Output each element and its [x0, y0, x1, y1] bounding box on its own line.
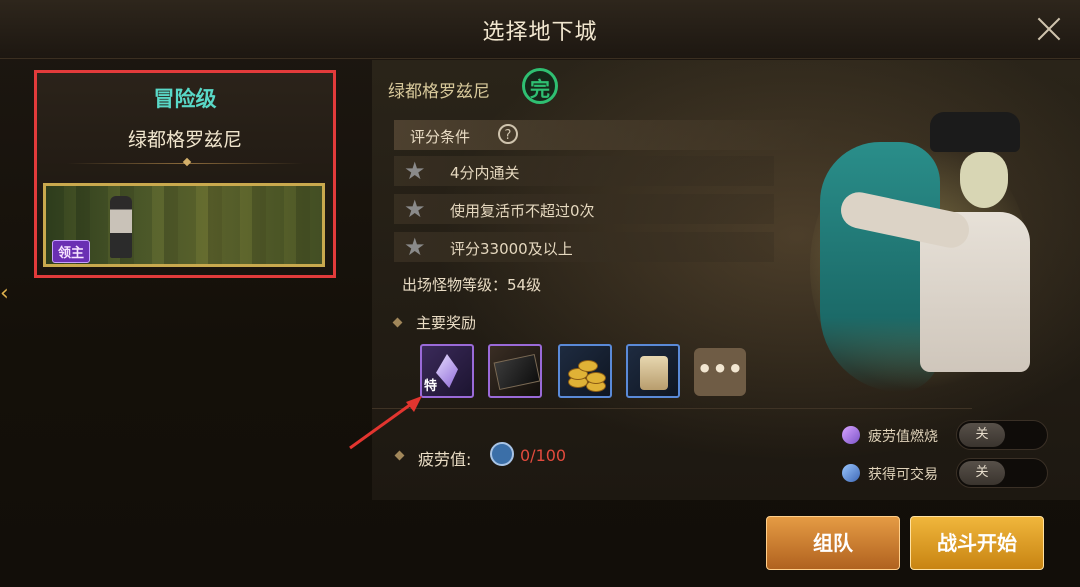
more-rewards-button[interactable]: •••: [694, 348, 746, 396]
character-hat: [930, 112, 1020, 152]
help-icon[interactable]: ?: [498, 124, 518, 144]
complete-stamp-icon: 完: [522, 68, 558, 104]
fatigue-potion-icon: [490, 442, 514, 466]
section-diamond-icon: [394, 450, 405, 461]
condition-text: 4分内通关: [450, 164, 520, 182]
star-icon: ★: [404, 195, 426, 223]
score-condition-item: ★ 使用复活币不超过0次: [394, 194, 774, 224]
tradable-row: 获得可交易 关: [842, 458, 1052, 490]
crystal-icon: [436, 354, 458, 388]
fatigue-burn-icon: [842, 426, 860, 444]
section-divider: [372, 408, 972, 409]
dungeon-card[interactable]: 冒险级 绿都格罗兹尼 领主: [34, 70, 336, 278]
difficulty-level: 冒险级: [153, 87, 217, 111]
condition-text: 评分33000及以上: [450, 240, 573, 258]
reward-item-ticket[interactable]: [488, 344, 542, 398]
tradable-label: 获得可交易: [868, 467, 938, 483]
fatigue-value: 0/100: [520, 446, 567, 465]
scroll-icon: [640, 356, 668, 390]
window-title: 选择地下城: [482, 20, 598, 45]
toggle-state: 关: [959, 423, 1005, 447]
monster-level-text: 出场怪物等级：54级: [402, 276, 542, 294]
reward-item-crystal[interactable]: 特: [420, 344, 474, 398]
main-rewards-title: 主要奖励: [416, 314, 477, 332]
detail-dungeon-name: 绿都格罗兹尼: [388, 82, 490, 102]
reward-item-gold[interactable]: [558, 344, 612, 398]
score-conditions-header: 评分条件 ?: [394, 120, 824, 150]
fatigue-burn-row: 疲劳值燃烧 关: [842, 420, 1052, 452]
score-condition-item: ★ 4分内通关: [394, 156, 774, 186]
section-diamond-icon: [392, 317, 403, 328]
score-conditions-title: 评分条件: [410, 128, 471, 146]
character-face: [960, 152, 1008, 208]
toggle-state: 关: [959, 461, 1005, 485]
fatigue-burn-label: 疲劳值燃烧: [868, 429, 938, 445]
tradable-toggle[interactable]: 关: [956, 458, 1048, 488]
boss-badge: 领主: [52, 240, 91, 263]
boss-character-art: [800, 92, 1040, 402]
tradable-icon: [842, 464, 860, 482]
previous-arrow-icon[interactable]: ‹: [0, 278, 14, 310]
close-icon[interactable]: [1034, 14, 1064, 44]
title-bar: 选择地下城: [0, 0, 1080, 59]
dungeon-thumbnail[interactable]: 领主: [43, 183, 325, 267]
team-button[interactable]: 组队: [766, 516, 900, 570]
star-icon: ★: [404, 233, 426, 261]
dungeon-name: 绿都格罗兹尼: [127, 129, 242, 151]
annotation-arrow-icon: [349, 396, 422, 450]
boss-figure-image: [110, 196, 132, 258]
reward-item-scroll[interactable]: [626, 344, 680, 398]
gold-coin-stack: [578, 360, 598, 372]
fatigue-burn-toggle[interactable]: 关: [956, 420, 1048, 450]
start-battle-button[interactable]: 战斗开始: [910, 516, 1044, 570]
gold-coin-stack: [586, 372, 606, 384]
condition-text: 使用复活币不超过0次: [450, 202, 595, 220]
card-divider-ornament: [182, 157, 192, 167]
ticket-icon: [493, 353, 541, 391]
star-icon: ★: [404, 157, 426, 185]
dungeon-select-window: 选择地下城 ‹ › 冒险级 绿都格罗兹尼 领主 绿都格罗兹尼 完 评分条件 ? …: [0, 0, 1080, 587]
score-condition-item: ★ 评分33000及以上: [394, 232, 774, 262]
